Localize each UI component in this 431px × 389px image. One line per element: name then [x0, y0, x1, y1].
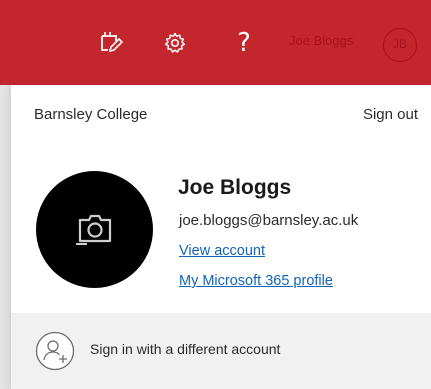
account-panel: Barnsley College Sign out Joe Bloggs joe…: [11, 85, 431, 389]
sign-in-different-account-button[interactable]: Sign in with a different account: [11, 313, 431, 389]
profile-photo[interactable]: [36, 171, 153, 288]
display-name: Joe Bloggs: [178, 176, 292, 199]
gear-icon-graphic: [164, 32, 186, 53]
feedback-icon[interactable]: [96, 28, 126, 58]
microsoft-365-profile-link[interactable]: My Microsoft 365 profile: [179, 273, 333, 289]
feedback-icon-graphic: [101, 32, 124, 53]
add-person-icon: [35, 331, 75, 371]
sign-in-different-account-label: Sign in with a different account: [90, 341, 281, 357]
organization-name: Barnsley College: [34, 106, 148, 123]
gear-icon[interactable]: [160, 28, 190, 58]
avatar[interactable]: JB: [383, 28, 417, 62]
account-name-button[interactable]: Joe Bloggs: [289, 33, 353, 48]
view-account-link[interactable]: View account: [179, 243, 265, 259]
sign-out-link[interactable]: Sign out: [363, 106, 418, 123]
top-bar: ? Joe Bloggs JB: [0, 0, 431, 85]
email-address: joe.bloggs@barnsley.ac.uk: [179, 212, 359, 229]
background-edge: [0, 85, 11, 389]
camera-icon: [75, 214, 111, 245]
help-icon[interactable]: ?: [232, 26, 256, 60]
